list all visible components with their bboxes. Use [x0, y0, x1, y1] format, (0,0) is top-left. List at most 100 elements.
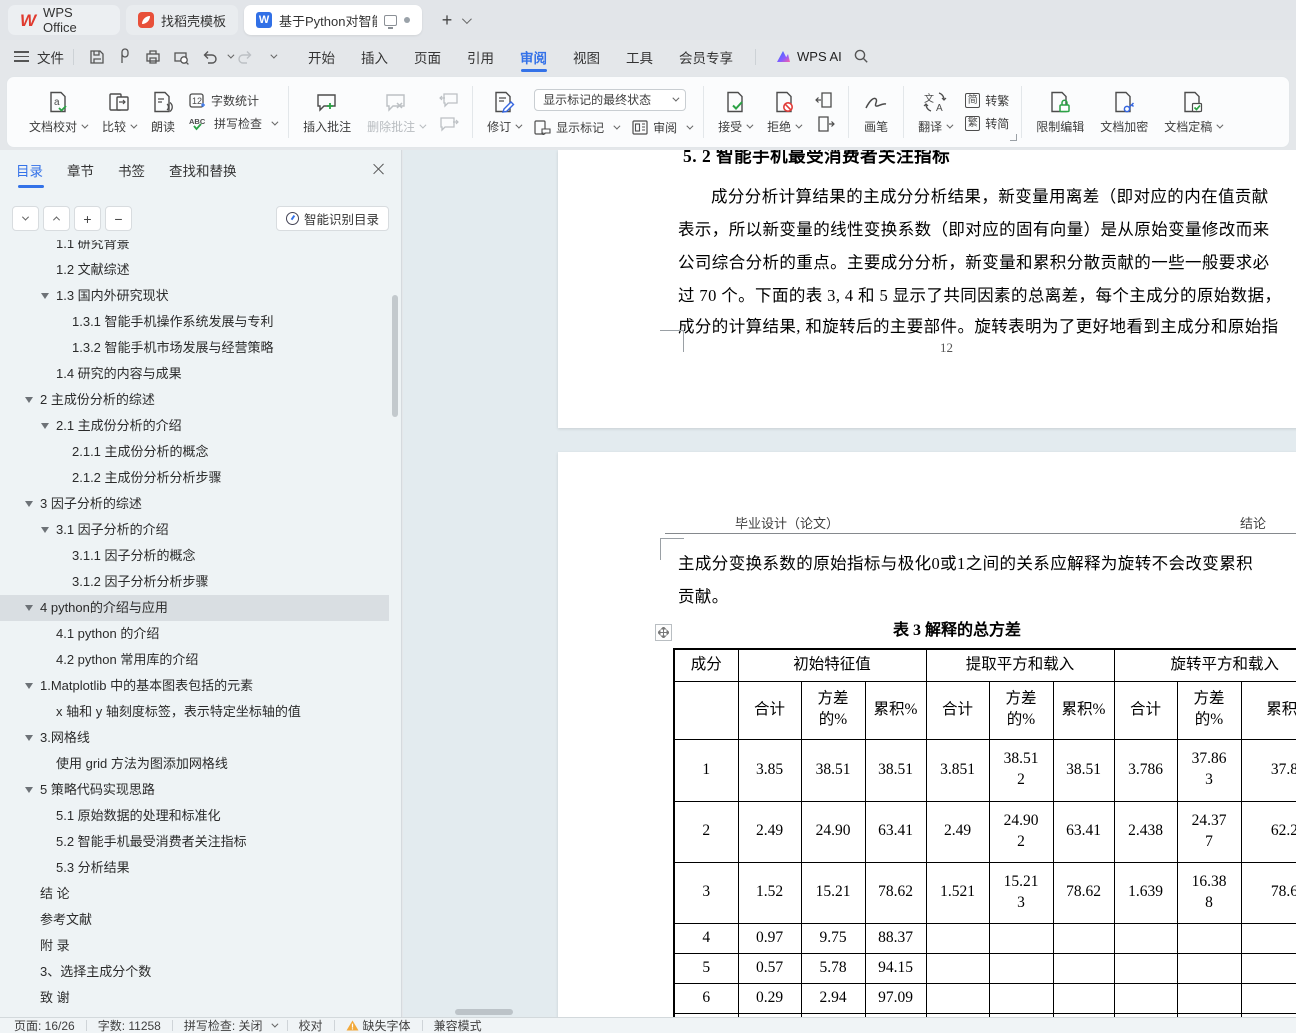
collapse-arrow-icon[interactable] — [25, 501, 33, 507]
zoom-in-button[interactable]: + — [74, 206, 101, 231]
export-pdf-button[interactable] — [113, 45, 137, 69]
table-cell[interactable] — [1052, 922, 1115, 954]
status-missing-font[interactable]: 缺失字体 — [346, 1017, 411, 1033]
toc-item[interactable]: 2.1.2 主成份分析分析步骤 — [0, 465, 389, 491]
status-spellcheck[interactable]: 拼写检查: 关闭 — [184, 1017, 278, 1033]
table-cell[interactable]: 94.15 — [864, 952, 927, 984]
sidebar-tab-contents[interactable]: 目录 — [16, 160, 44, 188]
table-cell[interactable]: 24.90 — [800, 800, 866, 863]
toc-item[interactable]: 1.3.1 智能手机操作系统发展与专利 — [0, 309, 389, 335]
status-compat-mode[interactable]: 兼容模式 — [434, 1017, 482, 1033]
table-cell[interactable]: 78.62 — [1240, 861, 1296, 924]
collapse-arrow-icon[interactable] — [41, 293, 49, 299]
table-cell[interactable]: 1.521 — [925, 861, 990, 924]
toc-item[interactable]: 1.1 研究背景 — [0, 240, 389, 257]
collapse-arrow-icon[interactable] — [25, 735, 33, 741]
menu-item-review-active[interactable]: 审阅 — [507, 40, 560, 73]
table-cell[interactable]: 1.52 — [737, 861, 802, 924]
to-traditional-button[interactable]: 简 转繁 — [965, 92, 1009, 109]
to-simplified-button[interactable]: 繁 转简 — [965, 115, 1009, 132]
table-cell[interactable]: 1.639 — [1113, 861, 1178, 924]
toc-item[interactable]: 2 主成份分析的综述 — [0, 387, 389, 413]
collapse-arrow-icon[interactable] — [25, 683, 33, 689]
menu-item-view[interactable]: 视图 — [560, 40, 613, 73]
toc-item[interactable]: 2.1 主成份分析的介绍 — [0, 413, 389, 439]
delete-comment-button-disabled[interactable]: 删除批注 — [359, 80, 432, 144]
collapse-arrow-icon[interactable] — [25, 397, 33, 403]
toc-item[interactable]: 5.2 智能手机最受消费者关注指标 — [0, 829, 389, 855]
reject-revision-button[interactable]: 拒绝 — [759, 80, 808, 144]
review-pane-button[interactable]: 审阅 — [632, 119, 694, 136]
redo-button-disabled[interactable] — [234, 45, 258, 69]
table-cell[interactable] — [1052, 982, 1115, 1014]
table-cell[interactable] — [1240, 982, 1296, 1014]
toc-item[interactable]: 4.2 python 常用库的介绍 — [0, 647, 389, 673]
table-cell[interactable]: 2.94 — [800, 982, 866, 1014]
sidebar-tab-chapters[interactable]: 章节 — [67, 160, 94, 188]
collapse-arrow-icon[interactable] — [25, 605, 33, 611]
toc-item[interactable]: 使用 grid 方法为图添加网格线 — [0, 751, 389, 777]
table-cell[interactable]: 2.49 — [925, 800, 990, 863]
spell-check-button[interactable]: ABC 拼写检查 — [189, 115, 279, 132]
table-cell[interactable]: 0.97 — [737, 922, 802, 954]
menu-item-start[interactable]: 开始 — [295, 40, 348, 73]
screen-share-icon[interactable] — [384, 14, 398, 29]
toc-item[interactable]: 3.网格线 — [0, 725, 389, 751]
toc-item[interactable]: 3.1.1 因子分析的概念 — [0, 543, 389, 569]
toc-item[interactable]: 4.1 python 的介绍 — [0, 621, 389, 647]
table-cell[interactable] — [1113, 952, 1178, 984]
expand-all-button[interactable] — [12, 206, 39, 231]
toc-item[interactable]: 1.3 国内外研究现状 — [0, 283, 389, 309]
next-comment-button-disabled[interactable] — [438, 115, 460, 133]
table-cell[interactable] — [1240, 952, 1296, 984]
insert-comment-button[interactable]: 插入批注 — [295, 80, 359, 144]
table-cell[interactable]: 16.38 8 — [1176, 861, 1242, 924]
table-cell[interactable] — [925, 952, 990, 984]
toc-item[interactable]: 5 策略代码实现思路 — [0, 777, 389, 803]
table-cell[interactable] — [1052, 952, 1115, 984]
tab-list-chevron-icon[interactable] — [461, 13, 472, 24]
table-cell[interactable] — [988, 952, 1054, 984]
table-cell[interactable]: 0.57 — [737, 952, 802, 984]
restrict-editing-button[interactable]: 限制编辑 — [1028, 80, 1092, 144]
menu-item-page[interactable]: 页面 — [401, 40, 454, 73]
toc-item[interactable]: 2.1.1 主成份分析的概念 — [0, 439, 389, 465]
pen-button[interactable]: 画笔 — [855, 80, 897, 144]
sidebar-tab-find-replace[interactable]: 查找和替换 — [169, 160, 237, 188]
tab-docer-templates[interactable]: 找稻壳模板 — [126, 5, 239, 35]
status-page-indicator[interactable]: 页面: 16/26 — [14, 1017, 75, 1033]
print-button[interactable] — [141, 45, 165, 69]
table-cell[interactable]: 37.86 — [1240, 738, 1296, 802]
toc-item[interactable]: 参考文献 — [0, 907, 389, 933]
table-cell[interactable] — [1240, 922, 1296, 954]
toc-item[interactable]: 1.2 文献综述 — [0, 257, 389, 283]
collapse-arrow-icon[interactable] — [41, 527, 49, 533]
document-page-13[interactable]: 毕业设计（论文） 结论 主成分变换系数的原始指标与极化0或1之间的关系应解释为旋… — [558, 452, 1296, 1017]
table-cell[interactable]: 9.75 — [800, 922, 866, 954]
table-cell[interactable] — [1113, 982, 1178, 1014]
finalize-document-button[interactable]: 文档定稿 — [1156, 80, 1229, 144]
close-icon[interactable] — [371, 161, 387, 177]
toc-item[interactable]: 3.1 因子分析的介绍 — [0, 517, 389, 543]
quick-access-chevron-icon[interactable] — [270, 51, 278, 59]
table-cell[interactable]: 1 — [673, 738, 739, 802]
toc-item[interactable]: 1.3.2 智能手机市场发展与经营策略 — [0, 335, 389, 361]
table-cell[interactable] — [925, 982, 990, 1014]
toc-item[interactable]: 5.3 分析结果 — [0, 855, 389, 881]
table-cell[interactable]: 38.51 — [800, 738, 866, 802]
table-cell[interactable] — [1176, 922, 1242, 954]
print-preview-button[interactable] — [169, 45, 193, 69]
table-cell[interactable]: 78.62 — [864, 861, 927, 924]
smart-toc-button[interactable]: 智能识别目录 — [275, 206, 389, 231]
table-move-handle[interactable] — [655, 624, 672, 641]
table-cell[interactable]: 5 — [673, 952, 739, 984]
table-cell[interactable]: 24.37 7 — [1176, 800, 1242, 863]
group-expand-icon[interactable] — [1010, 134, 1018, 141]
show-markup-button[interactable]: 显示标记 — [534, 119, 621, 136]
collapse-arrow-icon[interactable] — [41, 423, 49, 429]
tab-document-active[interactable]: W 基于Python对智能手机参数对 — [244, 5, 423, 35]
sidebar-scrollbar-thumb[interactable] — [392, 295, 398, 417]
table-cell[interactable]: 38.51 — [864, 738, 927, 802]
proofread-button[interactable]: a 文档校对 — [21, 80, 94, 144]
hamburger-menu-icon[interactable] — [14, 51, 29, 62]
